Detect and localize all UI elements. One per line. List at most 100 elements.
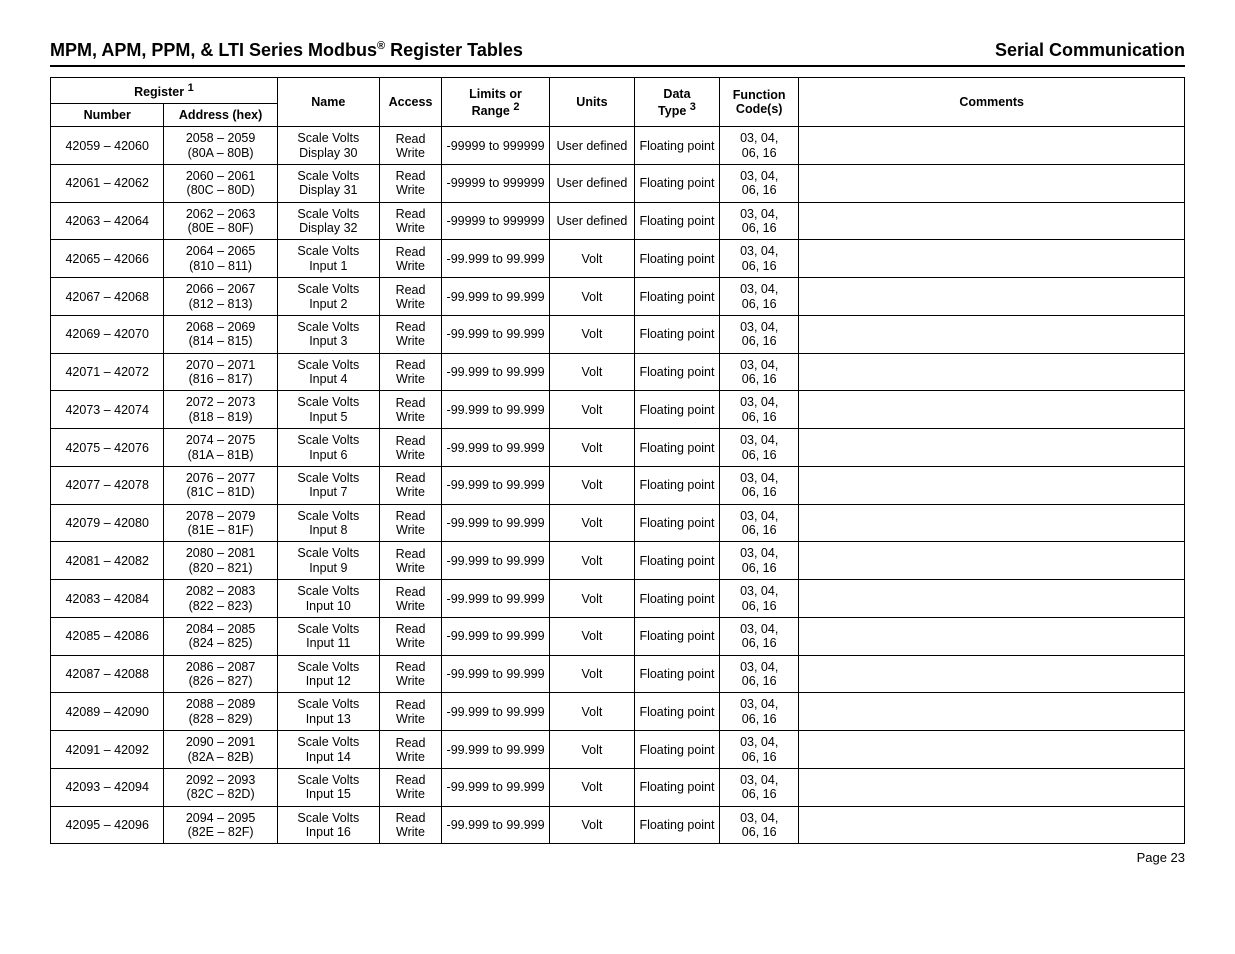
cell-function: 03, 04,06, 16 xyxy=(720,315,799,353)
cell-comments xyxy=(799,429,1185,467)
cell-number: 42081 – 42082 xyxy=(51,542,164,580)
cell-number: 42091 – 42092 xyxy=(51,731,164,769)
cell-name: Scale VoltsInput 5 xyxy=(277,391,379,429)
cell-limits: -99.999 to 99.999 xyxy=(442,655,550,693)
cell-access: Read Write xyxy=(379,127,441,165)
cell-address: 2086 – 2087(826 – 827) xyxy=(164,655,277,693)
cell-datatype: Floating point xyxy=(634,731,719,769)
cell-limits: -99.999 to 99.999 xyxy=(442,617,550,655)
cell-limits: -99.999 to 99.999 xyxy=(442,768,550,806)
cell-comments xyxy=(799,353,1185,391)
cell-limits: -99999 to 999999 xyxy=(442,164,550,202)
table-row: 42089 – 420902088 – 2089(828 – 829)Scale… xyxy=(51,693,1185,731)
cell-units: User defined xyxy=(549,202,634,240)
cell-number: 42077 – 42078 xyxy=(51,466,164,504)
cell-datatype: Floating point xyxy=(634,278,719,316)
table-body: 42059 – 420602058 – 2059(80A – 80B)Scale… xyxy=(51,127,1185,844)
cell-units: Volt xyxy=(549,617,634,655)
cell-comments xyxy=(799,240,1185,278)
cell-comments xyxy=(799,806,1185,844)
cell-access: Read Write xyxy=(379,504,441,542)
cell-comments xyxy=(799,466,1185,504)
cell-datatype: Floating point xyxy=(634,504,719,542)
cell-units: Volt xyxy=(549,731,634,769)
cell-number: 42061 – 42062 xyxy=(51,164,164,202)
cell-name: Scale VoltsDisplay 32 xyxy=(277,202,379,240)
cell-name: Scale VoltsDisplay 30 xyxy=(277,127,379,165)
cell-limits: -99.999 to 99.999 xyxy=(442,315,550,353)
cell-datatype: Floating point xyxy=(634,391,719,429)
cell-name: Scale VoltsInput 7 xyxy=(277,466,379,504)
cell-number: 42085 – 42086 xyxy=(51,617,164,655)
cell-name: Scale VoltsInput 11 xyxy=(277,617,379,655)
cell-datatype: Floating point xyxy=(634,542,719,580)
cell-units: Volt xyxy=(549,655,634,693)
cell-comments xyxy=(799,504,1185,542)
cell-access: Read Write xyxy=(379,580,441,618)
table-row: 42083 – 420842082 – 2083(822 – 823)Scale… xyxy=(51,580,1185,618)
cell-access: Read Write xyxy=(379,429,441,467)
header-register: Register 1 xyxy=(51,78,278,104)
cell-name: Scale VoltsInput 6 xyxy=(277,429,379,467)
cell-units: Volt xyxy=(549,580,634,618)
cell-access: Read Write xyxy=(379,315,441,353)
cell-function: 03, 04,06, 16 xyxy=(720,202,799,240)
cell-limits: -99.999 to 99.999 xyxy=(442,278,550,316)
cell-units: Volt xyxy=(549,391,634,429)
header-datatype: Data Type 3 xyxy=(634,78,719,127)
cell-limits: -99.999 to 99.999 xyxy=(442,580,550,618)
cell-comments xyxy=(799,731,1185,769)
cell-units: Volt xyxy=(549,466,634,504)
cell-comments xyxy=(799,580,1185,618)
cell-units: Volt xyxy=(549,542,634,580)
cell-function: 03, 04,06, 16 xyxy=(720,466,799,504)
header-access: Access xyxy=(379,78,441,127)
cell-address: 2074 – 2075(81A – 81B) xyxy=(164,429,277,467)
cell-function: 03, 04,06, 16 xyxy=(720,731,799,769)
cell-datatype: Floating point xyxy=(634,466,719,504)
cell-function: 03, 04,06, 16 xyxy=(720,768,799,806)
cell-units: Volt xyxy=(549,315,634,353)
cell-limits: -99.999 to 99.999 xyxy=(442,542,550,580)
cell-address: 2062 – 2063(80E – 80F) xyxy=(164,202,277,240)
title-left-post: Register Tables xyxy=(385,40,523,60)
cell-comments xyxy=(799,315,1185,353)
table-row: 42077 – 420782076 – 2077(81C – 81D)Scale… xyxy=(51,466,1185,504)
cell-number: 42093 – 42094 xyxy=(51,768,164,806)
page-header: MPM, APM, PPM, & LTI Series Modbus® Regi… xyxy=(50,40,1185,67)
cell-datatype: Floating point xyxy=(634,240,719,278)
cell-comments xyxy=(799,202,1185,240)
cell-comments xyxy=(799,655,1185,693)
cell-number: 42073 – 42074 xyxy=(51,391,164,429)
page-number: Page 23 xyxy=(50,850,1185,865)
cell-function: 03, 04,06, 16 xyxy=(720,655,799,693)
cell-comments xyxy=(799,768,1185,806)
cell-datatype: Floating point xyxy=(634,315,719,353)
table-row: 42063 – 420642062 – 2063(80E – 80F)Scale… xyxy=(51,202,1185,240)
cell-limits: -99.999 to 99.999 xyxy=(442,429,550,467)
cell-number: 42095 – 42096 xyxy=(51,806,164,844)
cell-access: Read Write xyxy=(379,278,441,316)
table-row: 42065 – 420662064 – 2065(810 – 811)Scale… xyxy=(51,240,1185,278)
cell-function: 03, 04,06, 16 xyxy=(720,617,799,655)
cell-access: Read Write xyxy=(379,768,441,806)
cell-comments xyxy=(799,278,1185,316)
cell-number: 42065 – 42066 xyxy=(51,240,164,278)
header-name: Name xyxy=(277,78,379,127)
cell-comments xyxy=(799,164,1185,202)
cell-address: 2090 – 2091(82A – 82B) xyxy=(164,731,277,769)
table-row: 42091 – 420922090 – 2091(82A – 82B)Scale… xyxy=(51,731,1185,769)
table-row: 42093 – 420942092 – 2093(82C – 82D)Scale… xyxy=(51,768,1185,806)
cell-function: 03, 04,06, 16 xyxy=(720,353,799,391)
cell-function: 03, 04,06, 16 xyxy=(720,693,799,731)
register-table: Register 1 Name Access Limits or Range 2… xyxy=(50,77,1185,844)
cell-limits: -99.999 to 99.999 xyxy=(442,693,550,731)
cell-name: Scale VoltsInput 15 xyxy=(277,768,379,806)
cell-number: 42079 – 42080 xyxy=(51,504,164,542)
cell-name: Scale VoltsInput 9 xyxy=(277,542,379,580)
table-row: 42075 – 420762074 – 2075(81A – 81B)Scale… xyxy=(51,429,1185,467)
cell-name: Scale VoltsInput 13 xyxy=(277,693,379,731)
cell-units: User defined xyxy=(549,164,634,202)
cell-access: Read Write xyxy=(379,617,441,655)
cell-function: 03, 04,06, 16 xyxy=(720,278,799,316)
